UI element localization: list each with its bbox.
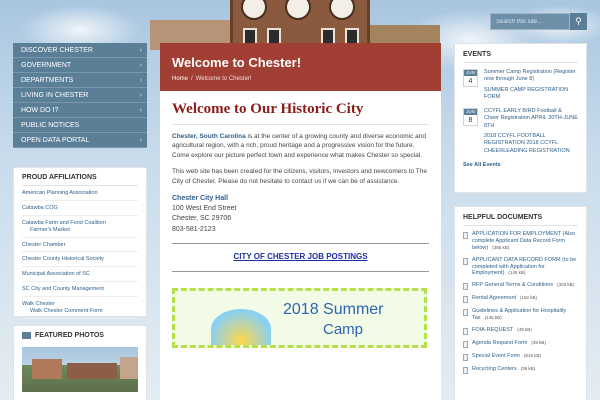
file-icon <box>463 257 468 265</box>
search-icon: ⚲ <box>575 16 582 26</box>
event-item: JUN 4 Summer Camp Registration (Register … <box>463 69 578 102</box>
event-description[interactable]: SUMMER CAMP REGISTRATION FORM <box>484 87 578 102</box>
document-item[interactable]: Special Event Form (619 kB) <box>463 353 578 361</box>
helpful-documents-panel: HELPFUL DOCUMENTS APPLICATION FOR EMPLOY… <box>454 206 587 400</box>
clock-face <box>241 0 267 20</box>
see-all-events-link[interactable]: See All Events <box>463 162 578 168</box>
event-date-badge: JUN 8 <box>463 107 478 126</box>
page-banner: Welcome to Chester! Home / Welcome to Ches… <box>160 43 441 91</box>
nav-item-open-data-portal[interactable]: OPEN DATA PORTAL › <box>13 133 147 148</box>
featured-photo[interactable] <box>22 347 138 392</box>
nav-item-living-in-chester[interactable]: LIVING IN CHESTER › <box>13 88 147 103</box>
event-link[interactable]: CCYFL EARLY BIRD Football & Cheer Regist… <box>484 108 578 129</box>
photo-icon <box>22 332 31 339</box>
affiliation-link[interactable]: Walk Chester Walk Chester Comment Form <box>22 301 138 319</box>
chevron-right-icon: › <box>139 77 142 84</box>
article-heading: Welcome to Our Historic City <box>172 101 429 125</box>
nav-item-public-notices[interactable]: PUBLIC NOTICES <box>13 118 147 133</box>
nav-item-government[interactable]: GOVERNMENT › <box>13 58 147 73</box>
nav-item-discover-chester[interactable]: DISCOVER CHESTER › <box>13 43 147 58</box>
photo-building <box>120 357 138 379</box>
events-panel: EVENTS JUN 4 Summer Camp Registration (Re… <box>454 43 587 193</box>
events-title: EVENTS <box>463 51 578 63</box>
file-icon <box>463 309 468 317</box>
search-button[interactable]: ⚲ <box>570 13 587 30</box>
affiliation-link[interactable]: Chester County Historical Society <box>22 256 138 268</box>
file-icon <box>463 367 468 374</box>
file-icon <box>463 283 468 291</box>
file-icon <box>463 354 468 361</box>
summer-camp-flyer[interactable]: 2018 Summer Camp <box>172 287 427 348</box>
site-search: ⚲ <box>490 13 587 30</box>
event-link[interactable]: Summer Camp Registration (Register now t… <box>484 69 576 82</box>
document-item[interactable]: Recycling Centers (39 kB) <box>463 366 578 374</box>
clock-face <box>285 0 311 20</box>
intro-paragraph: Chester, South Carolina is at the center… <box>172 133 426 159</box>
breadcrumb-separator: / <box>191 76 193 82</box>
photo-building <box>32 359 62 379</box>
article: Welcome to Our Historic City Chester, So… <box>160 91 441 358</box>
chevron-right-icon: › <box>139 107 142 114</box>
file-icon <box>463 296 468 304</box>
clock-face <box>329 0 355 20</box>
page-title: Welcome to Chester! <box>172 55 302 70</box>
welcome-paragraph: This web site has been created for the c… <box>172 168 427 185</box>
document-item[interactable]: Rental Agreement (192 kB) <box>463 295 578 304</box>
main-content: Welcome to Chester! Home / Welcome to Ches… <box>160 43 441 400</box>
chevron-right-icon: › <box>139 62 142 69</box>
nav-item-how-do-i[interactable]: HOW DO I? › <box>13 103 147 118</box>
affiliation-link[interactable]: Chester Chamber <box>22 242 138 253</box>
chevron-right-icon: › <box>139 92 142 99</box>
documents-title: HELPFUL DOCUMENTS <box>463 214 578 226</box>
document-item[interactable]: APPLICANT DATA RECORD FORM (to be comple… <box>463 257 578 278</box>
affiliation-link[interactable]: Catawba Farm and Food Coalition Farmer's … <box>22 220 138 238</box>
affiliation-link[interactable]: Catawba COG <box>22 205 138 216</box>
breadcrumb-current: Welcome to Chester! <box>195 76 252 82</box>
affiliations-title: PROUD AFFILIATIONS <box>22 174 138 186</box>
nav-item-departments[interactable]: DEPARTMENTS › <box>13 73 147 88</box>
breadcrumb: Home / Welcome to Chester! <box>172 76 429 82</box>
event-item: JUN 8 CCYFL EARLY BIRD Football & Cheer R… <box>463 107 578 156</box>
affiliations-panel: PROUD AFFILIATIONS American Planning Ass… <box>13 167 147 319</box>
job-postings-link[interactable]: CITY OF CHESTER JOB POSTINGS <box>172 252 429 261</box>
document-item[interactable]: APPLICATION FOR EMPLOYMENT (Also complet… <box>463 231 578 252</box>
chevron-right-icon: › <box>139 137 142 144</box>
sun-graphic <box>211 308 271 345</box>
breadcrumb-home[interactable]: Home <box>172 76 188 82</box>
document-item[interactable]: FOIA-REQUEST (49 kB) <box>463 327 578 335</box>
main-navigation: DISCOVER CHESTER › GOVERNMENT › DEPARTMENT… <box>13 43 147 148</box>
affiliation-link[interactable]: American Planning Association <box>22 190 138 201</box>
featured-photos-panel: FEATURED PHOTOS <box>13 325 147 400</box>
city-hall-address: Chester City Hall 100 West End Street Ch… <box>172 195 237 233</box>
event-description[interactable]: 2018 CCYFL FOOTBALL REGISTRATION 2018 CC… <box>484 133 578 155</box>
document-item[interactable]: Guidelines & Application for Hospitality… <box>463 308 578 322</box>
chevron-right-icon: › <box>139 47 142 54</box>
file-icon <box>463 328 468 335</box>
featured-photos-header: FEATURED PHOTOS <box>22 332 138 343</box>
document-item[interactable]: RFP General Terms & Conditions (303 kB) <box>463 282 578 291</box>
document-item[interactable]: Agenda Request Form (39 kB) <box>463 340 578 348</box>
file-icon <box>463 341 468 348</box>
photo-building <box>67 363 117 379</box>
affiliation-link[interactable]: Municipal Association of SC <box>22 271 138 283</box>
search-input[interactable] <box>490 13 570 30</box>
file-icon <box>463 232 468 239</box>
affiliation-link[interactable]: SC City and County Management <box>22 286 138 297</box>
divider <box>172 270 429 272</box>
event-date-badge: JUN 4 <box>463 69 478 87</box>
divider <box>172 242 429 244</box>
